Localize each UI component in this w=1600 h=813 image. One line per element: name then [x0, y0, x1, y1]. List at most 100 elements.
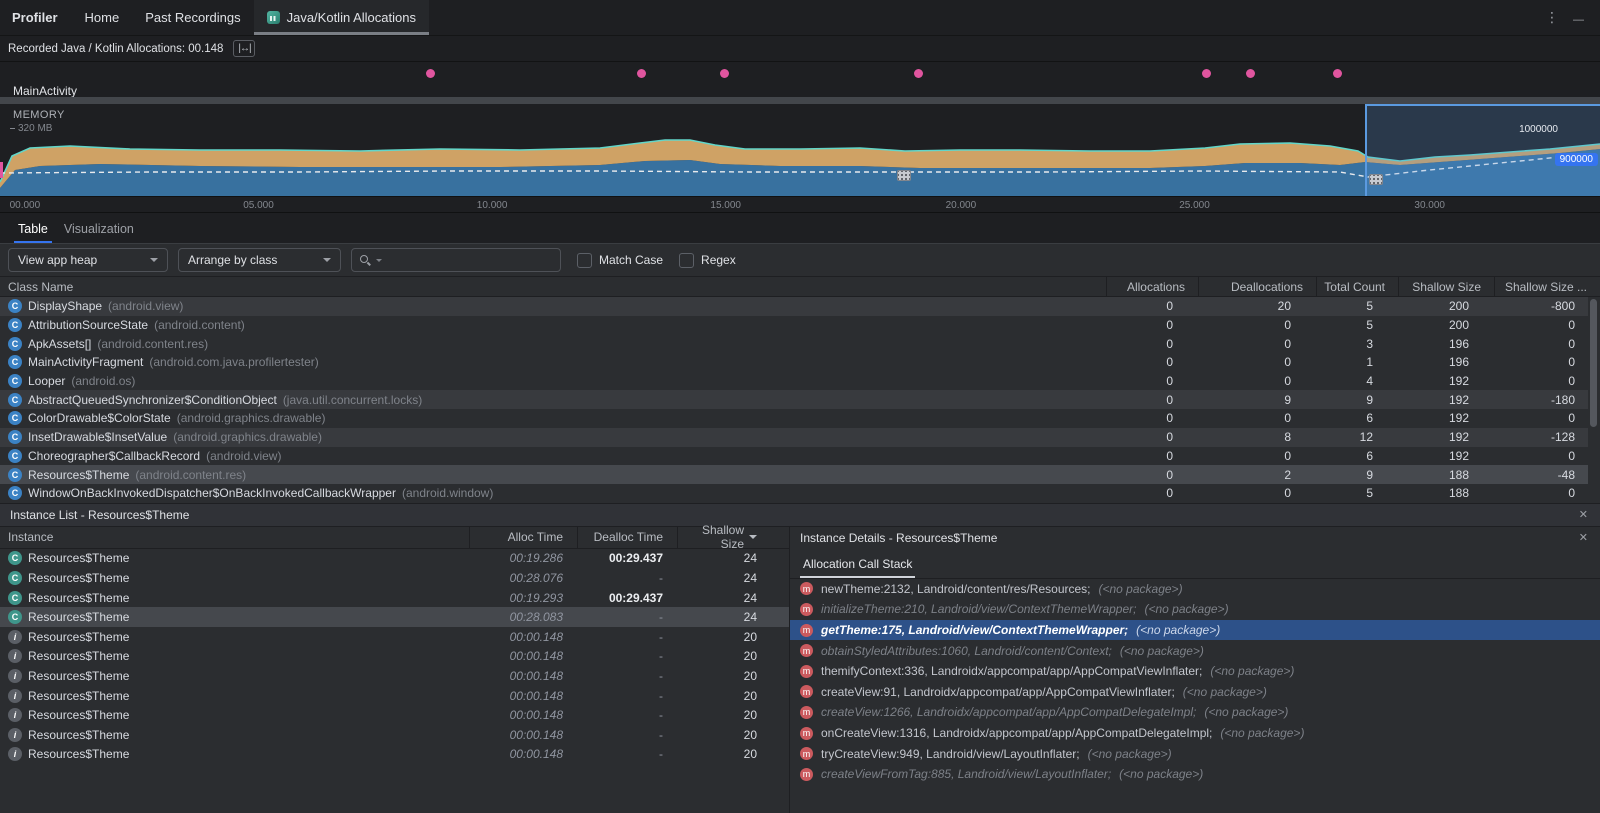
class-table-row[interactable]: Looper (android.os) 0 0 4 192 0 — [0, 372, 1588, 391]
app-title: Profiler — [0, 10, 72, 25]
column-dealloc-time[interactable]: Dealloc Time — [577, 527, 677, 548]
column-deallocations[interactable]: Deallocations — [1198, 277, 1316, 296]
instance-name: Resources$Theme — [28, 728, 129, 742]
call-stack-frame[interactable]: obtainStyledAttributes:1060, Landroid/co… — [790, 640, 1600, 661]
instance-row[interactable]: Resources$Theme 00:00.148 - 20 — [0, 705, 789, 725]
class-table-row[interactable]: WindowOnBackInvokedDispatcher$OnBackInvo… — [0, 484, 1588, 503]
column-shallow-size-change[interactable]: Shallow Size ... — [1494, 277, 1600, 296]
search-input[interactable] — [387, 253, 552, 267]
instance-name: Resources$Theme — [28, 708, 129, 722]
event-dot[interactable] — [720, 69, 729, 78]
match-case-checkbox[interactable]: Match Case — [577, 253, 663, 268]
class-table-row[interactable]: Resources$Theme (android.content.res) 0 … — [0, 465, 1588, 484]
instance-row[interactable]: Resources$Theme 00:19.286 00:29.437 24 — [0, 549, 789, 569]
call-stack-frame[interactable]: createViewFromTag:885, Landroid/view/Lay… — [790, 764, 1600, 785]
zoom-to-fit-button[interactable] — [233, 40, 255, 57]
call-stack-frame[interactable]: createView:91, Landroidx/appcompat/app/A… — [790, 682, 1600, 703]
event-dot[interactable] — [914, 69, 923, 78]
tab-past-recordings[interactable]: Past Recordings — [132, 0, 253, 35]
instance-row[interactable]: Resources$Theme 00:00.148 - 20 — [0, 627, 789, 647]
call-stack-frame[interactable]: createView:1266, Landroidx/appcompat/app… — [790, 702, 1600, 723]
arrange-dropdown[interactable]: Arrange by class — [178, 248, 341, 272]
time-tick-label: 30.000 — [1414, 200, 1445, 211]
chevron-down-icon — [323, 258, 331, 262]
allocations-cell: 0 — [1094, 411, 1186, 425]
close-icon[interactable] — [1579, 531, 1588, 544]
column-allocations[interactable]: Allocations — [1106, 277, 1198, 296]
range-handle-right[interactable] — [1369, 174, 1383, 185]
shallow-size-cell: 188 — [1386, 486, 1482, 500]
search-box[interactable] — [351, 248, 561, 272]
column-shallow-size[interactable]: Shallow Size — [677, 527, 789, 548]
call-stack-frame[interactable]: themifyContext:336, Landroidx/appcompat/… — [790, 661, 1600, 682]
allocations-cell: 0 — [1094, 355, 1186, 369]
tab-table[interactable]: Table — [14, 217, 52, 243]
event-dot[interactable] — [1333, 69, 1342, 78]
activity-lifecycle-bar[interactable] — [0, 97, 1600, 104]
class-cell: DisplayShape (android.view) — [0, 299, 1094, 313]
event-dot[interactable] — [637, 69, 646, 78]
call-stack-frame[interactable]: initializeTheme:210, Landroid/view/Conte… — [790, 599, 1600, 620]
column-class-name[interactable]: Class Name — [0, 277, 1106, 296]
regex-checkbox[interactable]: Regex — [679, 253, 736, 268]
instance-row[interactable]: Resources$Theme 00:00.148 - 20 — [0, 725, 789, 745]
instance-row[interactable]: Resources$Theme 00:28.083 - 24 — [0, 607, 789, 627]
deallocations-cell: 0 — [1186, 355, 1304, 369]
call-stack-frame[interactable]: newTheme:2132, Landroid/content/res/Reso… — [790, 579, 1600, 600]
dealloc-time-cell: - — [577, 649, 677, 663]
close-icon[interactable] — [1579, 508, 1588, 521]
event-dot[interactable] — [1246, 69, 1255, 78]
class-table-row[interactable]: AttributionSourceState (android.content)… — [0, 316, 1588, 335]
call-stack-frame[interactable]: onCreateView:1316, Landroidx/appcompat/a… — [790, 723, 1600, 744]
instance-row[interactable]: Resources$Theme 00:00.148 - 20 — [0, 686, 789, 706]
kebab-menu-icon[interactable] — [1545, 9, 1559, 26]
class-table-row[interactable]: Choreographer$CallbackRecord (android.vi… — [0, 447, 1588, 466]
instance-name: Resources$Theme — [28, 571, 129, 585]
minimize-icon[interactable] — [1573, 10, 1584, 26]
class-icon — [8, 393, 22, 407]
deallocations-cell: 0 — [1186, 318, 1304, 332]
column-shallow-size[interactable]: Shallow Size — [1398, 277, 1494, 296]
class-table-row[interactable]: DisplayShape (android.view) 0 20 5 200 -… — [0, 297, 1588, 316]
column-instance[interactable]: Instance — [0, 527, 469, 548]
tab-visualization[interactable]: Visualization — [60, 217, 138, 243]
class-icon — [8, 430, 22, 444]
column-alloc-time[interactable]: Alloc Time — [469, 527, 577, 548]
call-stack-frame[interactable]: getTheme:175, Landroid/view/ContextTheme… — [790, 620, 1600, 641]
instance-row[interactable]: Resources$Theme 00:00.148 - 20 — [0, 666, 789, 686]
checkbox-icon — [577, 253, 592, 268]
class-package: (android.os) — [71, 374, 135, 388]
class-icon — [8, 299, 22, 313]
dealloc-time-cell: - — [577, 630, 677, 644]
instance-row[interactable]: Resources$Theme 00:19.293 00:29.437 24 — [0, 588, 789, 608]
instance-list-body: Resources$Theme 00:19.286 00:29.437 24 R… — [0, 549, 789, 765]
instance-row[interactable]: Resources$Theme 00:00.148 - 20 — [0, 745, 789, 765]
frame-package: (<no package>) — [1088, 747, 1172, 761]
tab-java-kotlin-allocations[interactable]: Java/Kotlin Allocations — [254, 0, 429, 35]
shallow-size-cell: 20 — [677, 747, 789, 761]
class-table-row[interactable]: ColorDrawable$ColorState (android.graphi… — [0, 409, 1588, 428]
class-table-row[interactable]: ApkAssets[] (android.content.res) 0 0 3 … — [0, 334, 1588, 353]
vertical-scrollbar[interactable] — [1590, 299, 1597, 427]
instance-list-columns: Instance Alloc Time Dealloc Time Shallow… — [0, 527, 789, 549]
event-dot[interactable] — [426, 69, 435, 78]
class-table-row[interactable]: InsetDrawable$InsetValue (android.graphi… — [0, 428, 1588, 447]
class-table-row[interactable]: AbstractQueuedSynchronizer$ConditionObje… — [0, 390, 1588, 409]
class-name: AttributionSourceState — [28, 318, 148, 332]
class-table-row[interactable]: MainActivityFragment (android.com.java.p… — [0, 353, 1588, 372]
event-dot[interactable] — [1202, 69, 1211, 78]
tab-allocation-call-stack[interactable]: Allocation Call Stack — [800, 552, 915, 578]
search-options-chevron-icon[interactable] — [376, 259, 382, 262]
heap-dropdown[interactable]: View app heap — [8, 248, 168, 272]
tab-home[interactable]: Home — [72, 0, 133, 35]
memory-chart[interactable]: MEMORY 320 MB 1000000 900000 — [0, 104, 1600, 196]
method-icon — [800, 727, 813, 740]
instance-row[interactable]: Resources$Theme 00:28.076 - 24 — [0, 568, 789, 588]
call-stack-frame[interactable]: tryCreateView:949, Landroid/view/LayoutI… — [790, 743, 1600, 764]
class-package: (java.util.concurrent.locks) — [283, 393, 422, 407]
range-handle-left[interactable] — [897, 170, 911, 181]
shallow-size-cell: 20 — [677, 630, 789, 644]
column-total-count[interactable]: Total Count — [1316, 277, 1398, 296]
instance-row[interactable]: Resources$Theme 00:00.148 - 20 — [0, 647, 789, 667]
selection-overlay[interactable] — [1365, 104, 1600, 196]
